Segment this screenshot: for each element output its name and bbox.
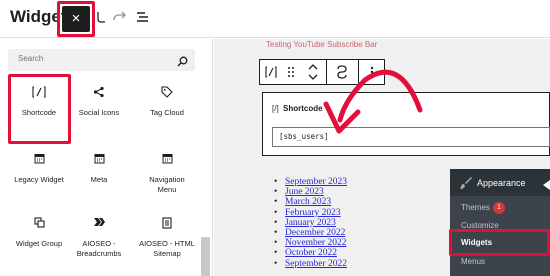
shortcode-value: [sbs_users] bbox=[279, 132, 329, 141]
archive-link[interactable]: March 2023 bbox=[273, 197, 347, 207]
block-social-icons[interactable]: Social Icons bbox=[68, 78, 130, 140]
block-label: Widget Group bbox=[15, 239, 63, 248]
block-label: Navigation Menu bbox=[149, 175, 185, 194]
undo-icon[interactable] bbox=[96, 10, 106, 24]
paintbrush-icon bbox=[459, 176, 473, 195]
shortcode-highlight bbox=[8, 74, 71, 144]
archive-link[interactable]: September 2023 bbox=[273, 177, 347, 187]
redo-icon[interactable] bbox=[113, 10, 127, 24]
archive-link[interactable]: October 2022 bbox=[273, 248, 347, 258]
submenu-item-menus[interactable]: Menus bbox=[461, 257, 485, 266]
block-meta[interactable]: Meta bbox=[68, 145, 130, 207]
share-icon bbox=[68, 86, 130, 100]
block-inserter-panel: Search Shortcode Social Icons Tag Cloud … bbox=[0, 39, 213, 276]
block-label: AIOSEO - Breadcrumbs bbox=[76, 239, 122, 258]
block-legacy-widget[interactable]: Legacy Widget bbox=[8, 145, 70, 207]
toolbar-separator bbox=[326, 60, 327, 84]
sitemap-icon bbox=[136, 217, 198, 231]
block-toolbar bbox=[259, 59, 385, 85]
archive-link[interactable]: February 2023 bbox=[273, 208, 347, 218]
editor-header: Widgets × bbox=[0, 0, 550, 38]
shortcode-block-icon: [/] bbox=[272, 104, 279, 113]
archive-link[interactable]: June 2023 bbox=[273, 187, 347, 197]
archive-link[interactable]: December 2022 bbox=[273, 228, 347, 238]
block-type-button[interactable] bbox=[260, 60, 282, 84]
submenu-item-themes[interactable]: Themes bbox=[461, 203, 490, 212]
calendar-icon bbox=[136, 153, 198, 167]
toolbar-separator bbox=[358, 60, 359, 84]
more-options-icon bbox=[370, 66, 374, 78]
block-label: AIOSEO - HTML Sitemap bbox=[139, 239, 195, 258]
search-icon bbox=[177, 54, 188, 72]
block-aioseo-breadcrumbs[interactable]: AIOSEO - Breadcrumbs bbox=[68, 209, 130, 271]
update-count-badge: 1 bbox=[493, 202, 505, 214]
calendar-icon bbox=[8, 153, 70, 167]
block-label: Meta bbox=[90, 175, 108, 184]
archive-link[interactable]: September 2022 bbox=[273, 259, 347, 269]
list-view-icon[interactable] bbox=[136, 10, 150, 24]
block-tag-cloud[interactable]: Tag Cloud bbox=[136, 78, 198, 140]
transform-icon bbox=[337, 65, 347, 79]
close-button-highlight bbox=[57, 1, 95, 37]
tag-icon bbox=[136, 86, 198, 100]
search-input[interactable]: Search bbox=[8, 49, 195, 71]
archive-link[interactable]: November 2022 bbox=[273, 238, 347, 248]
block-navigation-menu[interactable]: Navigation Menu bbox=[136, 145, 198, 207]
transform-button[interactable] bbox=[330, 60, 354, 84]
move-up-down-button[interactable] bbox=[302, 60, 324, 84]
block-aioseo-html-sitemap[interactable]: AIOSEO - HTML Sitemap bbox=[136, 209, 198, 271]
move-up-down-icon bbox=[308, 64, 318, 80]
menu-appearance-label: Appearance bbox=[477, 178, 526, 188]
block-widget-group[interactable]: Widget Group bbox=[8, 209, 70, 271]
widgets-highlight bbox=[449, 229, 550, 256]
block-label: Tag Cloud bbox=[150, 108, 184, 117]
breadcrumbs-icon bbox=[68, 217, 130, 231]
group-icon bbox=[8, 217, 70, 231]
sidebar-widget-title: Testing YouTube Subscribe Bar bbox=[266, 40, 378, 49]
drag-handle-icon bbox=[288, 67, 294, 77]
calendar-icon bbox=[68, 153, 130, 167]
archives-list: September 2023 June 2023 March 2023 Febr… bbox=[273, 177, 347, 269]
archive-link[interactable]: January 2023 bbox=[273, 218, 347, 228]
more-options-button[interactable] bbox=[360, 60, 384, 84]
menu-current-arrow bbox=[543, 180, 550, 190]
block-label: Social Icons bbox=[78, 108, 120, 117]
panel-scrollbar[interactable] bbox=[201, 237, 210, 276]
shortcode-block-title: Shortcode bbox=[283, 104, 323, 113]
search-placeholder: Search bbox=[18, 54, 44, 63]
shortcode-icon bbox=[265, 66, 277, 78]
drag-handle[interactable] bbox=[282, 60, 300, 84]
